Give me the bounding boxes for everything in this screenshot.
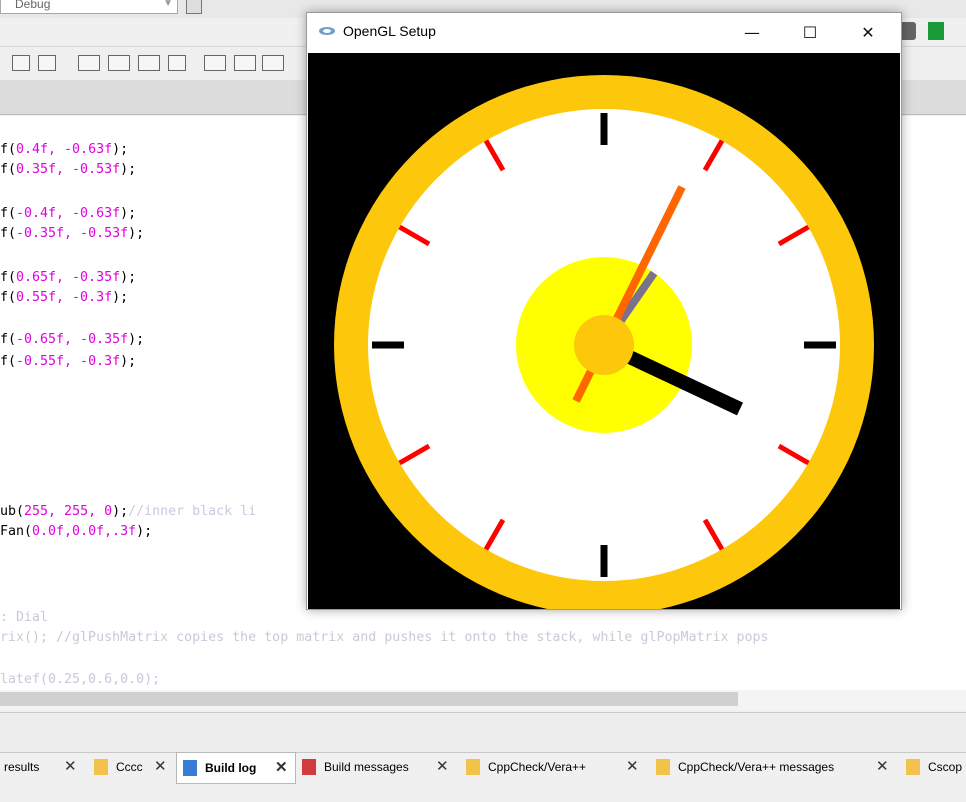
close-button[interactable]: ✕ bbox=[845, 19, 891, 47]
maximize-button[interactable]: ☐ bbox=[787, 19, 833, 47]
code-line: f(0.35f, -0.53f); bbox=[0, 162, 137, 177]
chevron-down-icon[interactable]: ▼ bbox=[163, 0, 173, 11]
clock-graphic bbox=[308, 53, 900, 615]
close-icon[interactable]: ✕ bbox=[154, 752, 167, 782]
mail-icon[interactable] bbox=[12, 55, 30, 71]
opengl-window-titlebar[interactable]: OpenGL Setup — ☐ ✕ bbox=[307, 13, 901, 53]
tab-label: CppCheck/Vera++ messages bbox=[678, 760, 835, 774]
tab-build-messages[interactable]: Build messages ✕ bbox=[296, 752, 456, 782]
tab-build-log[interactable]: Build log ✕ bbox=[176, 752, 296, 784]
code-line-comment: rix(); //glPushMatrix copies the top mat… bbox=[0, 630, 769, 645]
layout-b-icon[interactable] bbox=[108, 55, 130, 71]
code-line-color: ub(255, 255, 0);//inner black li bbox=[0, 504, 257, 519]
gl-canvas[interactable] bbox=[308, 53, 900, 615]
opengl-app-icon bbox=[319, 27, 335, 35]
opengl-window[interactable]: OpenGL Setup — ☐ ✕ bbox=[306, 12, 902, 615]
close-icon[interactable]: ✕ bbox=[626, 752, 639, 782]
close-icon[interactable]: ✕ bbox=[275, 753, 288, 783]
frame-c-icon[interactable] bbox=[262, 55, 284, 71]
tab-cppcheck-vera-[interactable]: CppCheck/Vera++ ✕ bbox=[460, 752, 646, 782]
tab-icon bbox=[183, 760, 197, 776]
build-target-select[interactable]: Debug ▼ bbox=[0, 0, 178, 14]
window-title: OpenGL Setup bbox=[343, 23, 436, 39]
hub bbox=[574, 315, 634, 375]
tab-icon bbox=[656, 759, 670, 775]
code-line: f(0.4f, -0.63f); bbox=[0, 142, 129, 157]
debug-tool-icon[interactable] bbox=[900, 22, 916, 40]
code-line: f(-0.65f, -0.35f); bbox=[0, 332, 145, 347]
build-target-value: Debug bbox=[15, 0, 51, 11]
code-line: f(-0.55f, -0.3f); bbox=[0, 354, 137, 369]
close-icon[interactable]: ✕ bbox=[436, 752, 449, 782]
tab-icon bbox=[466, 759, 480, 775]
layout-a-icon[interactable] bbox=[78, 55, 100, 71]
logs-panel-header bbox=[0, 712, 966, 753]
code-line: f(-0.4f, -0.63f); bbox=[0, 206, 137, 221]
close-icon[interactable]: ✕ bbox=[876, 752, 889, 782]
close-icon[interactable]: ✕ bbox=[64, 752, 77, 782]
text-icon[interactable] bbox=[38, 55, 56, 71]
run-arrow-icon[interactable] bbox=[928, 22, 944, 40]
tab-label: Build log bbox=[205, 761, 257, 775]
layout-d-icon[interactable] bbox=[168, 55, 186, 71]
minimize-button[interactable]: — bbox=[729, 19, 775, 47]
code-line-comment: latef(0.25,0.6,0.0); bbox=[0, 672, 161, 687]
tab-cscop[interactable]: Cscop bbox=[900, 752, 966, 782]
tab-icon bbox=[906, 759, 920, 775]
layout-c-icon[interactable] bbox=[138, 55, 160, 71]
tab-cppcheck-vera-messages[interactable]: CppCheck/Vera++ messages ✕ bbox=[650, 752, 896, 782]
code-line: f(0.65f, -0.35f); bbox=[0, 270, 137, 285]
tab-label: results bbox=[4, 760, 40, 774]
tab-results[interactable]: results ✕ bbox=[0, 752, 84, 782]
tab-cccc[interactable]: Cccc ✕ bbox=[88, 752, 174, 782]
frame-b-icon[interactable] bbox=[234, 55, 256, 71]
code-line: f(-0.35f, -0.53f); bbox=[0, 226, 145, 241]
tab-label: Cccc bbox=[116, 760, 143, 774]
build-settings-icon[interactable] bbox=[186, 0, 202, 14]
tab-label: CppCheck/Vera++ bbox=[488, 760, 587, 774]
tab-label: Cscop bbox=[928, 760, 963, 774]
code-line-fan: Fan(0.0f,0.0f,.3f); bbox=[0, 524, 153, 539]
scrollbar-thumb[interactable] bbox=[0, 692, 738, 706]
code-line: f(0.55f, -0.3f); bbox=[0, 290, 129, 305]
code-line-comment: : Dial bbox=[0, 610, 49, 625]
tab-icon bbox=[94, 759, 108, 775]
tab-label: Build messages bbox=[324, 760, 409, 774]
frame-a-icon[interactable] bbox=[204, 55, 226, 71]
tab-icon bbox=[302, 759, 316, 775]
